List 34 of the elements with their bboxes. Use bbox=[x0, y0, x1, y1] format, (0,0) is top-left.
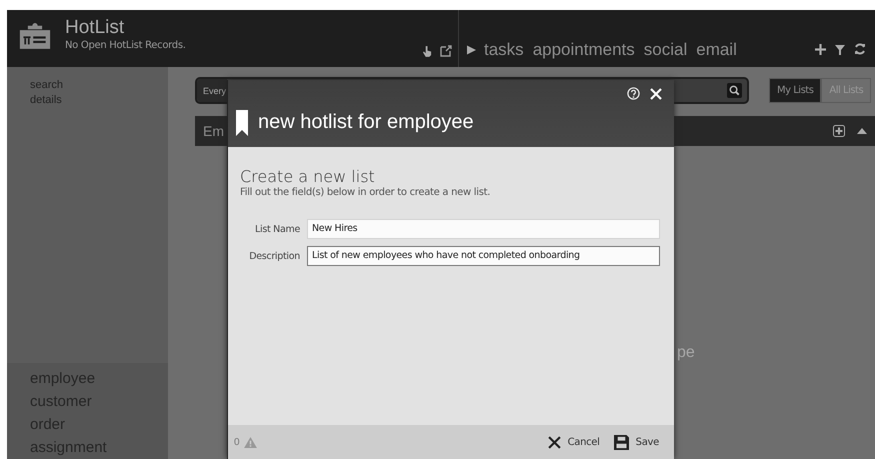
add-icon[interactable] bbox=[833, 125, 845, 137]
nav-link[interactable]: email bbox=[696, 41, 737, 59]
form-instructions: Fill out the field(s) below in order to create a new list. bbox=[240, 187, 492, 198]
empty-message: pe bbox=[677, 344, 695, 362]
warning-count: 0 bbox=[234, 436, 240, 448]
field-label: List Name bbox=[254, 224, 300, 234]
dialog-title: new hotlist for employee bbox=[258, 111, 474, 133]
input-field[interactable]: New Hires bbox=[307, 219, 660, 239]
close-icon[interactable] bbox=[650, 88, 662, 100]
save-button[interactable]: Save bbox=[614, 434, 659, 450]
search-icon[interactable] bbox=[727, 83, 742, 98]
help-icon[interactable] bbox=[627, 87, 640, 100]
play-icon[interactable] bbox=[467, 45, 476, 55]
list-tab[interactable]: My Lists bbox=[769, 78, 822, 103]
warning-icon bbox=[244, 436, 257, 448]
app-subtitle: No Open HotList Records. bbox=[65, 40, 186, 51]
nav-link[interactable]: appointments bbox=[532, 41, 635, 59]
field-label: Description bbox=[248, 250, 300, 262]
x-icon bbox=[548, 436, 561, 448]
plus-icon[interactable] bbox=[815, 44, 826, 55]
popout-icon[interactable] bbox=[440, 45, 452, 57]
pointer-icon[interactable] bbox=[423, 46, 432, 57]
id-badge-icon bbox=[19, 22, 51, 49]
bookmark-icon bbox=[236, 110, 248, 136]
input-field[interactable]: List of new employees who have not completed onboarding bbox=[307, 246, 660, 266]
cancel-button[interactable]: Cancel bbox=[548, 434, 600, 450]
app-title: HotList bbox=[65, 18, 126, 38]
nav-link[interactable]: social bbox=[644, 41, 688, 59]
nav-link[interactable]: tasks bbox=[484, 41, 524, 59]
scope-selector[interactable]: Every bbox=[197, 79, 227, 102]
filter-icon[interactable] bbox=[835, 45, 845, 55]
form-heading: Create a new list bbox=[240, 167, 376, 186]
collapse-icon[interactable] bbox=[857, 128, 867, 134]
refresh-icon[interactable] bbox=[854, 43, 866, 55]
